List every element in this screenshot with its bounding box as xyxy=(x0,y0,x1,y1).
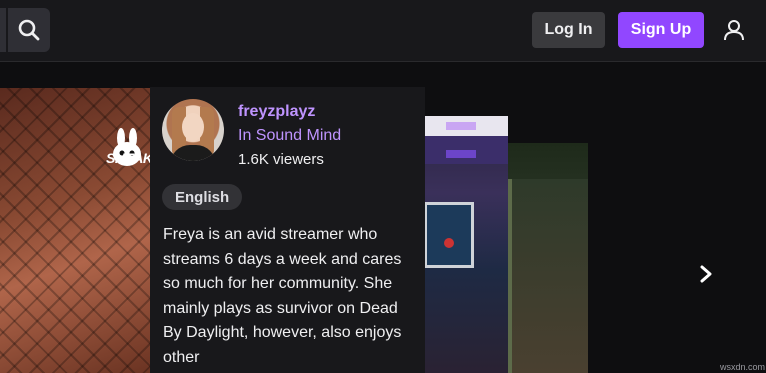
search-button-edge xyxy=(0,8,6,52)
stream-thumbnail-third[interactable] xyxy=(508,143,588,373)
user-icon[interactable] xyxy=(722,18,746,42)
watermark: wsxdn.com xyxy=(720,362,766,372)
signup-button[interactable]: Sign Up xyxy=(618,12,704,48)
search-icon xyxy=(18,19,40,41)
stream-thumbnail-second[interactable] xyxy=(424,116,508,373)
streamer-description: Freya is an avid streamer who streams 6 … xyxy=(163,226,402,366)
streamer-info-card: freyzplayz In Sound Mind 1.6K viewers En… xyxy=(150,87,425,373)
game-name-link[interactable]: In Sound Mind xyxy=(238,127,341,145)
language-tag[interactable]: English xyxy=(162,184,243,210)
streamer-name-link[interactable]: freyzplayz xyxy=(238,103,315,121)
chevron-right-icon[interactable] xyxy=(696,262,716,286)
search-button[interactable] xyxy=(8,8,50,52)
streamer-avatar[interactable] xyxy=(162,99,224,161)
thumbnail-logo-text: SNEAK xyxy=(106,150,153,166)
stream-thumbnail-main[interactable] xyxy=(0,88,152,373)
viewer-count: 1.6K viewers xyxy=(238,151,324,168)
login-button[interactable]: Log In xyxy=(532,12,605,48)
top-navigation-bar: Log In Sign Up xyxy=(0,0,766,62)
